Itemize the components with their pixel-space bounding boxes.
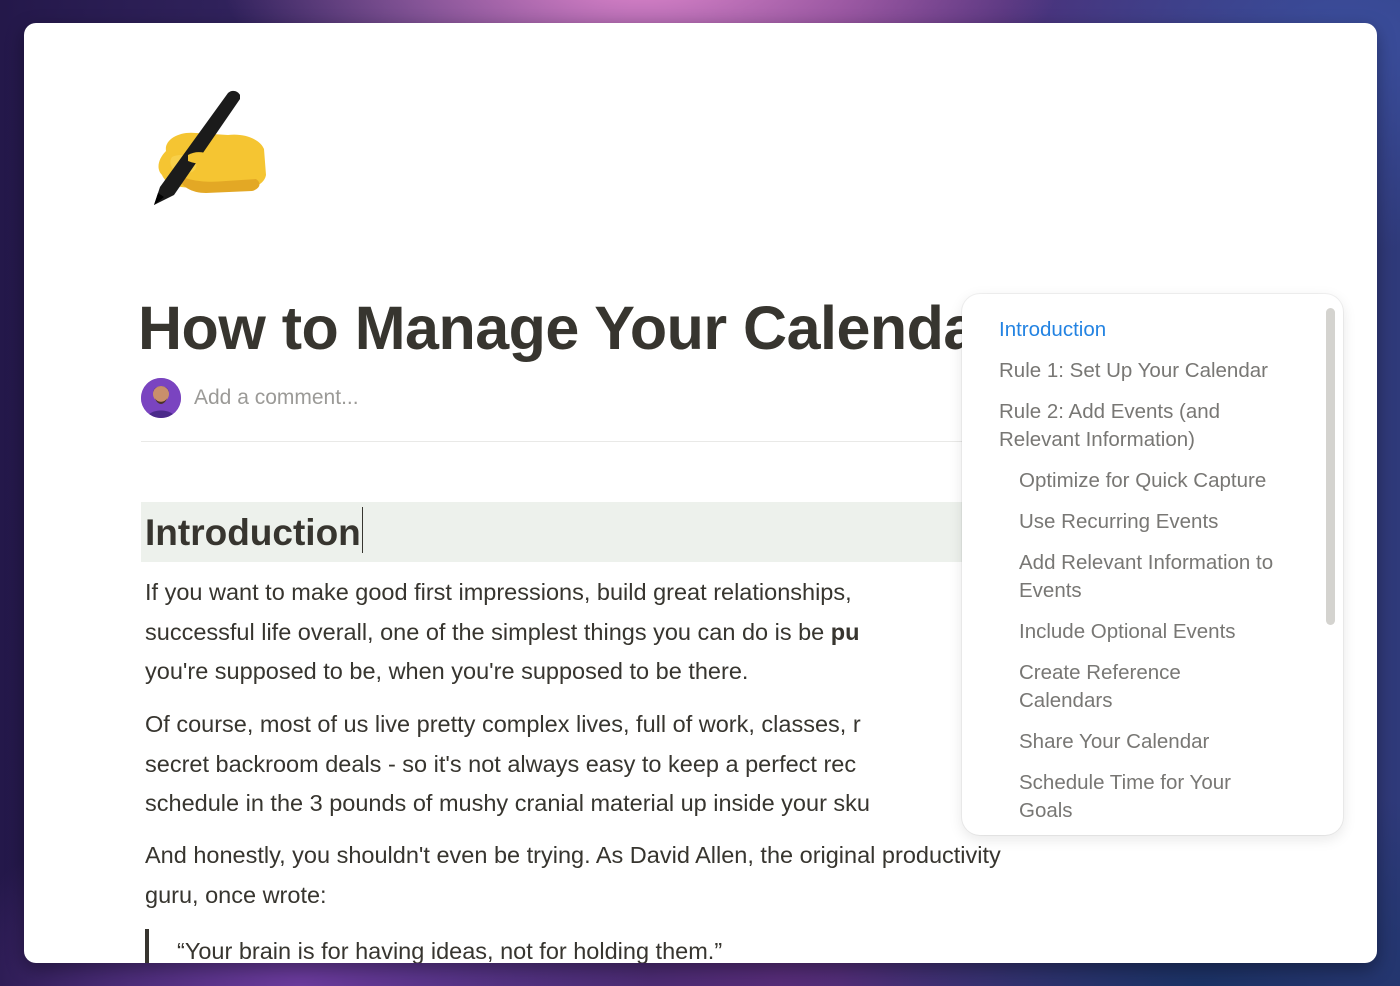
- toc-item[interactable]: Schedule Time for Your Goals: [999, 769, 1279, 825]
- toc-item[interactable]: Rule 2: Add Events (and Relevant Informa…: [999, 398, 1289, 454]
- toc-item[interactable]: Rule 1: Set Up Your Calendar: [999, 357, 1289, 385]
- user-avatar[interactable]: [141, 378, 181, 418]
- toc-list: Introduction Rule 1: Set Up Your Calendar…: [999, 316, 1309, 835]
- add-comment-input[interactable]: [194, 386, 494, 410]
- paragraph-line: schedule in the 3 pounds of mushy crania…: [145, 790, 870, 816]
- bold-text: pu: [830, 618, 860, 645]
- heading-text: Introduction: [145, 512, 361, 553]
- paragraph-line: If you want to make good first impressio…: [145, 579, 852, 605]
- writing-hand-icon[interactable]: [136, 83, 276, 213]
- quote-block[interactable]: “Your brain is for having ideas, not for…: [145, 929, 722, 963]
- toc-item[interactable]: Share Your Calendar: [999, 728, 1279, 756]
- toc-item[interactable]: Use Recurring Events: [999, 508, 1279, 536]
- text-caret: [361, 507, 364, 553]
- paragraph-line: And honestly, you shouldn't even be tryi…: [145, 842, 1001, 868]
- paragraph-line: you're supposed to be, when you're suppo…: [145, 658, 749, 684]
- comment-row: [141, 378, 494, 418]
- toc-item[interactable]: Create Reference Calendars: [999, 659, 1279, 715]
- toc-item[interactable]: Include Optional Events: [999, 618, 1279, 646]
- page-title[interactable]: How to Manage Your Calendar: [138, 289, 1001, 367]
- paragraph-line: secret backroom deals - so it's not alwa…: [145, 750, 857, 777]
- toc-scrollbar[interactable]: [1326, 308, 1335, 625]
- toc-item[interactable]: Add Relevant Information to Events: [999, 549, 1279, 605]
- heading-introduction[interactable]: Introduction: [145, 502, 364, 564]
- paragraph-line: successful life overall, one of the simp…: [145, 618, 831, 645]
- notion-page-window: How to Manage Your Calendar Introduction…: [24, 23, 1377, 963]
- table-of-contents-popover: Introduction Rule 1: Set Up Your Calendar…: [962, 294, 1343, 835]
- paragraph-3[interactable]: And honestly, you shouldn't even be tryi…: [145, 836, 1145, 915]
- quote-text: “Your brain is for having ideas, not for…: [177, 938, 723, 963]
- toc-item[interactable]: Introduction: [999, 316, 1289, 344]
- toc-item[interactable]: Optimize for Quick Capture: [999, 467, 1279, 495]
- paragraph-line: guru, once wrote:: [145, 881, 327, 908]
- paragraph-line: Of course, most of us live pretty comple…: [145, 711, 861, 737]
